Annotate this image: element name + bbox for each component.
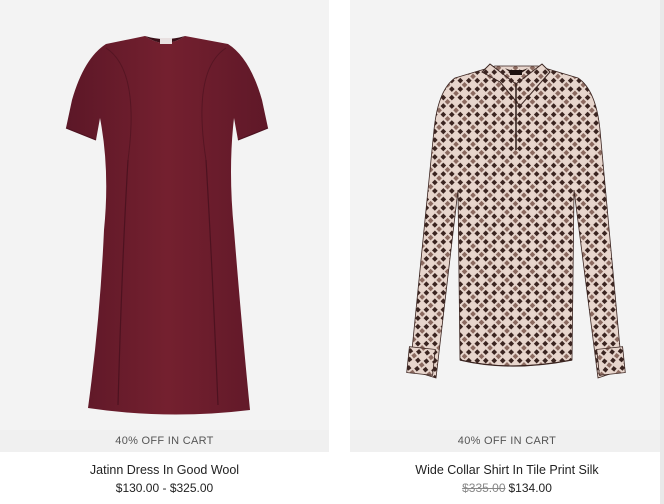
product-title[interactable]: Jatinn Dress In Good Wool bbox=[0, 463, 329, 477]
product-title[interactable]: Wide Collar Shirt In Tile Print Silk bbox=[350, 463, 664, 477]
promo-badge: 40% OFF IN CART bbox=[350, 430, 664, 452]
product-card-jatinn-dress[interactable]: 40% OFF IN CART Jatinn Dress In Good Woo… bbox=[0, 0, 329, 504]
dress-illustration bbox=[65, 36, 269, 415]
product-price: $335.00 $134.00 bbox=[350, 481, 664, 495]
promo-badge: 40% OFF IN CART bbox=[0, 430, 329, 452]
product-price-range: $130.00 - $325.00 bbox=[115, 481, 214, 495]
product-image-dress[interactable] bbox=[0, 0, 329, 430]
original-price: $335.00 bbox=[462, 481, 506, 495]
label-tag-icon bbox=[510, 70, 522, 75]
label-tag-icon bbox=[160, 38, 172, 44]
shirt-illustration bbox=[406, 63, 626, 379]
scrollbar[interactable] bbox=[660, 0, 664, 504]
product-image-shirt[interactable] bbox=[350, 0, 664, 430]
product-card-wide-collar-shirt[interactable]: 40% OFF IN CART Wide Collar Shirt In Til… bbox=[350, 0, 664, 504]
sale-price: $134.00 bbox=[508, 481, 552, 495]
product-grid: 40% OFF IN CART Jatinn Dress In Good Woo… bbox=[0, 0, 664, 504]
